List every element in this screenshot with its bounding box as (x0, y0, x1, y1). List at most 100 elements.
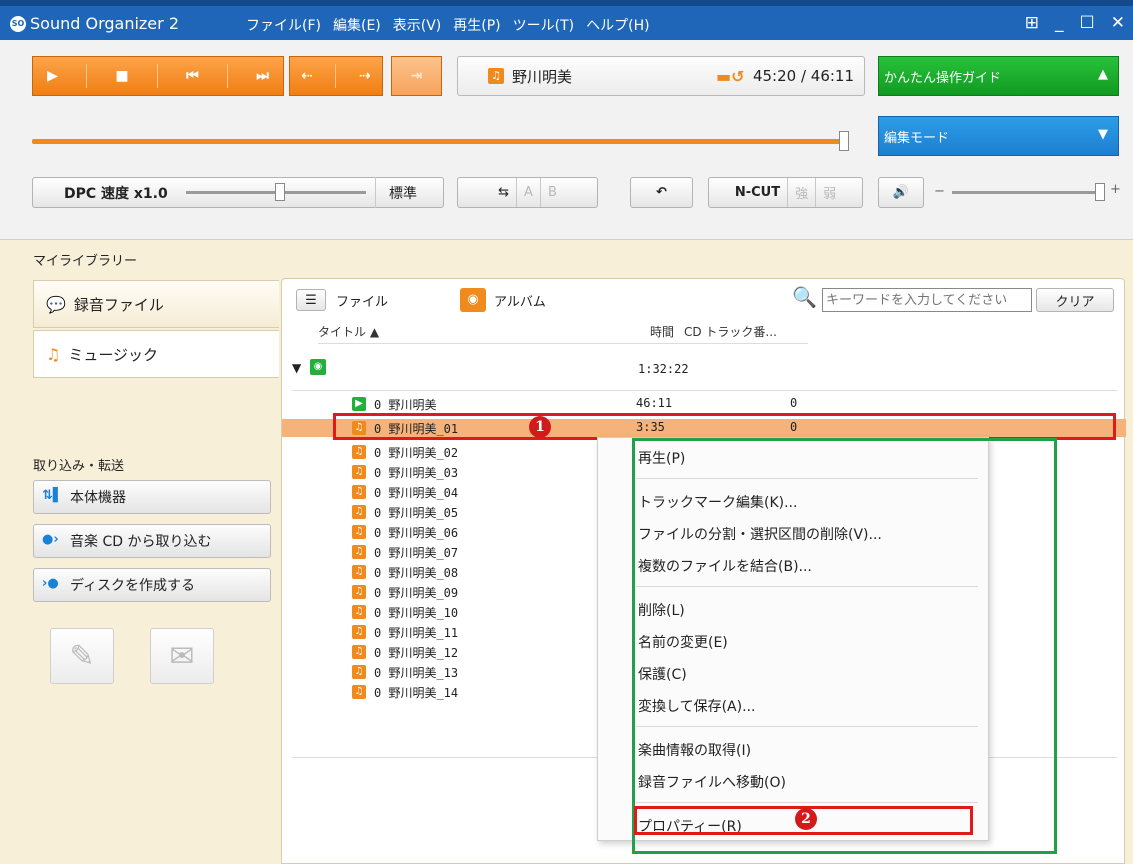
search-icon: 🔍 (792, 285, 817, 309)
music-note-icon: ♫ (352, 645, 366, 659)
b-point-button[interactable]: B (539, 178, 564, 207)
stop-icon[interactable]: ■ (115, 68, 128, 84)
mail-add-icon: ✉ (169, 638, 195, 674)
menu-edit[interactable]: 編集(E) (333, 15, 381, 35)
create-disc-button[interactable]: ›● ディスクを作成する (33, 568, 271, 602)
undo-button[interactable]: ↶ (630, 177, 693, 208)
player-toolbar: ▶ ■ ⏮ ⏭ ⇠ ⇢ ⇥ ♫ 野川明美 ▬↺ 45:20 / 46:11 かん… (0, 40, 1133, 240)
create-disc-label: ディスクを作成する (70, 578, 196, 594)
repeat-icon[interactable]: ▬↺ (716, 67, 745, 86)
app-logo-icon: SO (10, 16, 26, 32)
menu-bar: ファイル(F) 編集(E) 表示(V) 再生(P) ツール(T) ヘルプ(H) (246, 15, 650, 35)
forward-icon[interactable]: ⇢ (359, 68, 371, 84)
easy-guide-button[interactable]: かんたん操作ガイド ▲ (878, 56, 1119, 96)
undo-icon: ↶ (656, 185, 667, 200)
music-note-icon: ♫ (352, 605, 366, 619)
column-title[interactable]: タイトル ▲ (318, 323, 379, 340)
music-note-icon: ♫ (352, 565, 366, 579)
play-file-icon: ▶ (352, 397, 366, 411)
tab-music-label: ミュージック (68, 345, 159, 364)
import-cd-button[interactable]: ●› 音楽 CD から取り込む (33, 524, 271, 558)
close-icon[interactable]: ✕ (1111, 13, 1125, 33)
list-view-button[interactable]: ☰ (296, 289, 326, 311)
edit-note-icon: ✎ (69, 638, 95, 674)
ncut-button[interactable]: N-CUT (728, 178, 787, 207)
now-playing-title: 野川明美 (512, 68, 573, 86)
ncut-group: N-CUT 強 弱 (708, 177, 863, 208)
track-mark-button[interactable]: ⇥ (391, 56, 442, 96)
column-track[interactable]: CD トラック番... (684, 323, 777, 340)
music-note-icon: ♫ (352, 545, 366, 559)
album-group-icon: ◉ (310, 359, 326, 375)
volume-slider[interactable] (952, 191, 1100, 194)
edit-note-button[interactable]: ✎ (50, 628, 114, 684)
dpc-slider-thumb[interactable] (275, 183, 285, 201)
import-cd-label: 音楽 CD から取り込む (70, 534, 212, 550)
next-icon[interactable]: ⏭ (256, 68, 269, 84)
track-mark-icon: ⇥ (410, 68, 423, 84)
music-note-icon: ♫ (488, 68, 504, 84)
music-note-icon: ♫ (352, 665, 366, 679)
dropdown-icon: ▼ (1098, 127, 1108, 142)
window-controls: ⊞ _ ☐ ✕ (1025, 13, 1125, 33)
menu-play[interactable]: 再生(P) (453, 15, 500, 35)
album-view-label[interactable]: アルバム (494, 291, 546, 310)
music-note-icon: ♫ (352, 485, 366, 499)
my-library-label: マイライブラリー (33, 254, 138, 269)
play-time: 45:20 / 46:11 (752, 67, 854, 85)
minimode-icon[interactable]: ⊞ (1025, 13, 1039, 33)
play-icon[interactable]: ▶ (47, 68, 58, 84)
album-total-time: 1:32:22 (638, 362, 689, 376)
seek-bar[interactable] (32, 139, 847, 144)
cd-import-icon: ●› (42, 532, 59, 547)
expand-up-icon: ▲ (1098, 67, 1108, 82)
ab-repeat-icon[interactable]: ⇆ (491, 178, 516, 207)
maximize-icon[interactable]: ☐ (1080, 13, 1095, 33)
file-view-label[interactable]: ファイル (336, 291, 388, 310)
device-transfer-icon: ⇅▌ (42, 488, 63, 503)
menu-view[interactable]: 表示(V) (393, 15, 442, 35)
volume-slider-thumb[interactable] (1095, 183, 1105, 201)
ncut-weak-button[interactable]: 弱 (815, 178, 843, 207)
menu-help[interactable]: ヘルプ(H) (586, 15, 649, 35)
column-time[interactable]: 時間 (650, 323, 674, 340)
music-note-icon: ♫ (352, 685, 366, 699)
music-note-icon: ♫ (352, 465, 366, 479)
music-note-icon: ♫ (352, 525, 366, 539)
previous-icon[interactable]: ⏮ (186, 68, 199, 84)
app-title: Sound Organizer 2 (30, 14, 179, 33)
device-button[interactable]: ⇅▌ 本体機器 (33, 480, 271, 514)
menu-tools[interactable]: ツール(T) (513, 15, 574, 35)
tab-recordings[interactable]: 💬 録音ファイル (33, 280, 279, 328)
clear-button[interactable]: クリア (1036, 288, 1114, 312)
dpc-label: DPC 速度 x1.0 (64, 186, 168, 202)
transport-group: ▶ ■ ⏮ ⏭ (32, 56, 284, 96)
album-view-button[interactable]: ◉ (460, 288, 486, 312)
tab-recordings-label: 録音ファイル (73, 295, 164, 314)
tab-music[interactable]: ♫ ミュージック (33, 330, 279, 378)
disc-burn-icon: ›● (42, 576, 59, 591)
standard-speed-button[interactable]: 標準 (389, 183, 417, 203)
skip-group: ⇠ ⇢ (289, 56, 383, 96)
rewind-icon[interactable]: ⇠ (301, 68, 313, 84)
a-point-button[interactable]: A (516, 178, 540, 207)
search-input[interactable] (822, 288, 1032, 312)
seek-thumb[interactable] (839, 131, 849, 151)
device-button-label: 本体機器 (70, 490, 126, 506)
now-playing-display: ♫ 野川明美 ▬↺ 45:20 / 46:11 (457, 56, 865, 96)
music-note-icon: ♫ (352, 505, 366, 519)
music-note-icon: ♫ (352, 625, 366, 639)
music-note-icon: ♫ (46, 344, 61, 364)
speech-bubble-icon: 💬 (46, 294, 66, 314)
edit-mode-button[interactable]: 編集モード ▼ (878, 116, 1119, 156)
mute-button[interactable]: 🔊 (878, 177, 924, 208)
menu-file[interactable]: ファイル(F) (246, 15, 321, 35)
minimize-icon[interactable]: _ (1055, 13, 1064, 33)
ncut-strong-button[interactable]: 強 (787, 178, 815, 207)
title-bar: SO Sound Organizer 2 ファイル(F) 編集(E) 表示(V)… (0, 0, 1133, 40)
list-item[interactable]: ▶ 0 野川明美 46:11 0 (282, 395, 1126, 413)
music-note-icon: ♫ (352, 585, 366, 599)
mail-button[interactable]: ✉ (150, 628, 214, 684)
ab-repeat-group: ⇆ A B (457, 177, 598, 208)
collapse-icon[interactable]: ▼ (292, 361, 301, 375)
